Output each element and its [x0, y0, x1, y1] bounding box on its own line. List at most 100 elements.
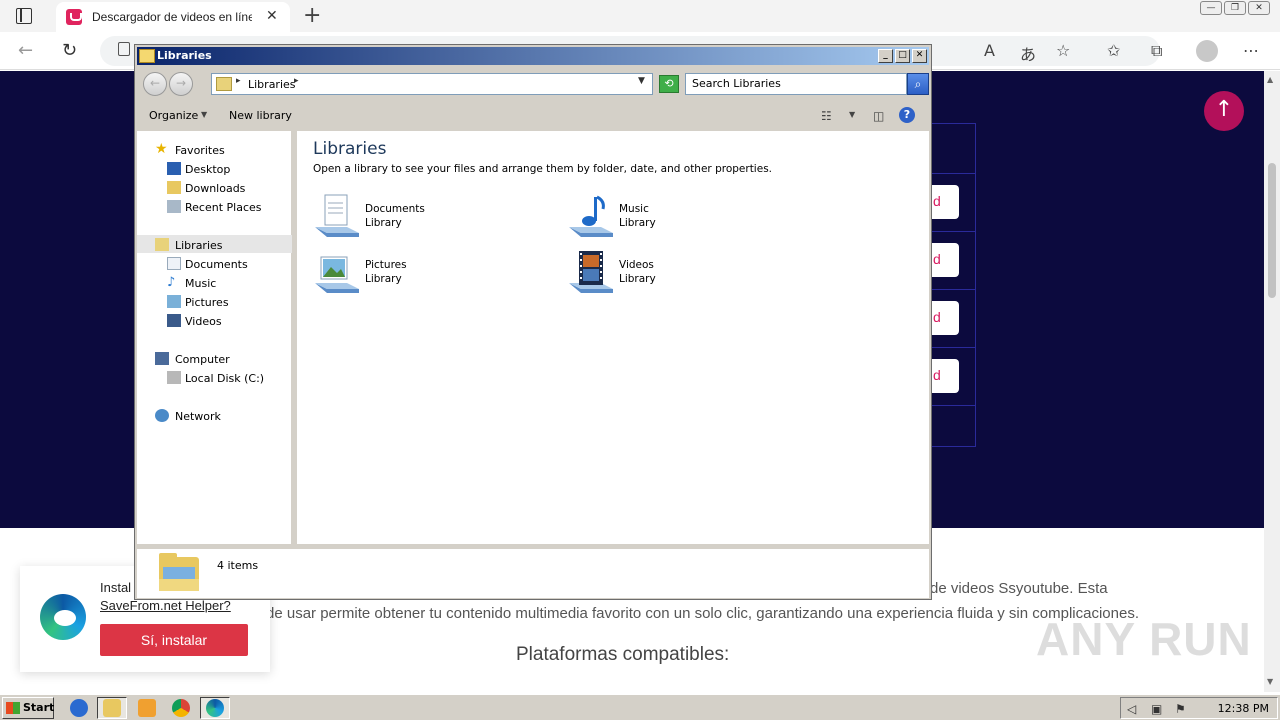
- collections-icon[interactable]: ⧉: [1151, 41, 1162, 61]
- chevron-down-icon[interactable]: ▼: [201, 110, 207, 119]
- nav-item-libraries[interactable]: Libraries: [175, 239, 223, 252]
- more-icon[interactable]: ⋯: [1243, 41, 1259, 60]
- system-tray: ◁ ▣ ⚑ 12:38 PM: [1120, 697, 1278, 719]
- library-documents[interactable]: Documents Library: [313, 193, 533, 243]
- browser-tab[interactable]: Descargador de videos en línea ✕: [56, 2, 290, 32]
- scroll-thumb[interactable]: [1268, 163, 1276, 298]
- music-icon: ♪: [167, 275, 176, 290]
- tab-actions-icon[interactable]: [16, 8, 32, 24]
- download-button[interactable]: d: [928, 301, 959, 335]
- library-pictures[interactable]: Pictures Library: [313, 249, 533, 299]
- reload-icon[interactable]: ↻: [62, 40, 77, 61]
- windows-logo-icon: [6, 702, 20, 714]
- start-button[interactable]: Start: [2, 697, 54, 719]
- libraries-folder-icon: [159, 553, 199, 591]
- nav-item-computer[interactable]: Computer: [175, 353, 230, 366]
- nav-item-desktop[interactable]: Desktop: [185, 163, 230, 176]
- download-button[interactable]: d: [928, 185, 959, 219]
- restore-button[interactable]: ❐: [1224, 1, 1246, 15]
- download-button[interactable]: d: [928, 243, 959, 277]
- star-icon: ★: [155, 141, 168, 157]
- library-name: Pictures: [365, 259, 407, 271]
- lock-icon[interactable]: [118, 42, 130, 56]
- search-icon[interactable]: ⌕: [907, 73, 929, 95]
- platforms-heading: Plataformas compatibles:: [516, 644, 730, 665]
- back-icon[interactable]: ←: [18, 40, 33, 61]
- chevron-down-icon[interactable]: ▼: [638, 76, 645, 86]
- library-music[interactable]: Music Library: [567, 193, 787, 243]
- nav-item-documents[interactable]: Documents: [185, 258, 248, 271]
- chrome-icon[interactable]: [172, 699, 190, 717]
- nav-item-music[interactable]: Music: [185, 277, 216, 290]
- address-field[interactable]: ▸ Libraries ▸ ▼: [211, 73, 653, 95]
- close-button[interactable]: ✕: [912, 49, 927, 63]
- browser-window-controls: — ❐ ✕: [1200, 1, 1270, 15]
- content-heading: Libraries: [313, 139, 387, 159]
- nav-item-videos[interactable]: Videos: [185, 315, 222, 328]
- help-icon[interactable]: ?: [899, 107, 915, 123]
- library-name: Music: [619, 203, 649, 215]
- new-library-button[interactable]: New library: [229, 109, 292, 122]
- translate-icon[interactable]: あ: [1020, 41, 1036, 65]
- tab-title: Descargador de videos en línea: [92, 10, 252, 24]
- nav-item-local-disk[interactable]: Local Disk (C:): [185, 372, 264, 385]
- internet-explorer-icon[interactable]: [70, 699, 88, 717]
- nav-item-pictures[interactable]: Pictures: [185, 296, 229, 309]
- minimize-button[interactable]: —: [1200, 1, 1222, 15]
- read-aloud-icon[interactable]: A: [984, 41, 995, 60]
- download-button[interactable]: d: [928, 359, 959, 393]
- browser-tab-bar: Descargador de videos en línea ✕ + — ❐ ✕: [0, 0, 1280, 32]
- view-options-icon[interactable]: ☷: [821, 109, 832, 123]
- library-type: Library: [619, 217, 656, 229]
- nav-item-downloads[interactable]: Downloads: [185, 182, 245, 195]
- scroll-down-icon[interactable]: ▼: [1267, 677, 1273, 686]
- back-button[interactable]: ←: [143, 72, 167, 96]
- tab-close-icon[interactable]: ✕: [266, 8, 278, 24]
- close-button[interactable]: ✕: [1248, 1, 1270, 15]
- nav-item-recent[interactable]: Recent Places: [185, 201, 262, 214]
- preview-pane-icon[interactable]: ◫: [873, 109, 884, 123]
- add-favorite-icon[interactable]: ☆: [1056, 41, 1070, 60]
- downloads-icon: [167, 181, 181, 194]
- documents-library-icon: [315, 194, 359, 237]
- scroll-up-icon[interactable]: ▲: [1267, 75, 1273, 84]
- command-bar: Organize ▼ New library ☷ ▼ ◫ ?: [137, 103, 929, 129]
- library-videos[interactable]: Videos Library: [567, 249, 787, 299]
- nav-item-favorites[interactable]: Favorites: [175, 144, 225, 157]
- chevron-right-icon[interactable]: ▸: [294, 76, 299, 86]
- navigation-bar: ← → ▸ Libraries ▸ ▼ ⟲ Search Libraries ⌕: [137, 67, 929, 99]
- new-tab-button[interactable]: +: [303, 3, 321, 28]
- maximize-button[interactable]: □: [895, 49, 910, 63]
- start-label: Start: [23, 701, 55, 714]
- folder-icon: [103, 699, 121, 717]
- scroll-to-top-button[interactable]: ↑: [1204, 91, 1244, 131]
- organize-button[interactable]: Organize: [149, 109, 198, 122]
- table-divider: [928, 289, 976, 290]
- table-divider: [928, 231, 976, 232]
- window-title: Libraries: [157, 49, 212, 62]
- address-text[interactable]: Libraries: [248, 78, 296, 91]
- action-center-flag-icon[interactable]: ⚑: [1175, 702, 1186, 716]
- volume-icon[interactable]: ◁: [1127, 702, 1136, 716]
- item-count: 4 items: [217, 559, 259, 572]
- network-icon: [155, 409, 169, 422]
- title-bar[interactable]: Libraries _ □ ✕: [137, 47, 929, 65]
- results-table-edge: [928, 123, 976, 447]
- minimize-button[interactable]: _: [878, 49, 893, 63]
- libraries-folder-icon: [216, 77, 232, 91]
- install-button[interactable]: Sí, instalar: [100, 624, 248, 656]
- watermark: ANY RUN: [1036, 613, 1252, 665]
- forward-button[interactable]: →: [169, 72, 193, 96]
- favorites-icon[interactable]: ✩: [1107, 41, 1120, 60]
- edge-logo-icon: [40, 594, 86, 640]
- refresh-button[interactable]: ⟲: [659, 75, 679, 93]
- chevron-down-icon[interactable]: ▼: [849, 110, 855, 119]
- popup-link[interactable]: SaveFrom.net Helper?: [100, 598, 231, 613]
- nav-item-network[interactable]: Network: [175, 410, 221, 423]
- chevron-right-icon[interactable]: ▸: [236, 76, 241, 86]
- profile-icon[interactable]: [1196, 40, 1218, 62]
- page-scrollbar[interactable]: ▲ ▼: [1264, 71, 1280, 692]
- network-status-icon[interactable]: ▣: [1151, 702, 1162, 716]
- media-player-icon[interactable]: [138, 699, 156, 717]
- search-input[interactable]: Search Libraries: [685, 73, 907, 95]
